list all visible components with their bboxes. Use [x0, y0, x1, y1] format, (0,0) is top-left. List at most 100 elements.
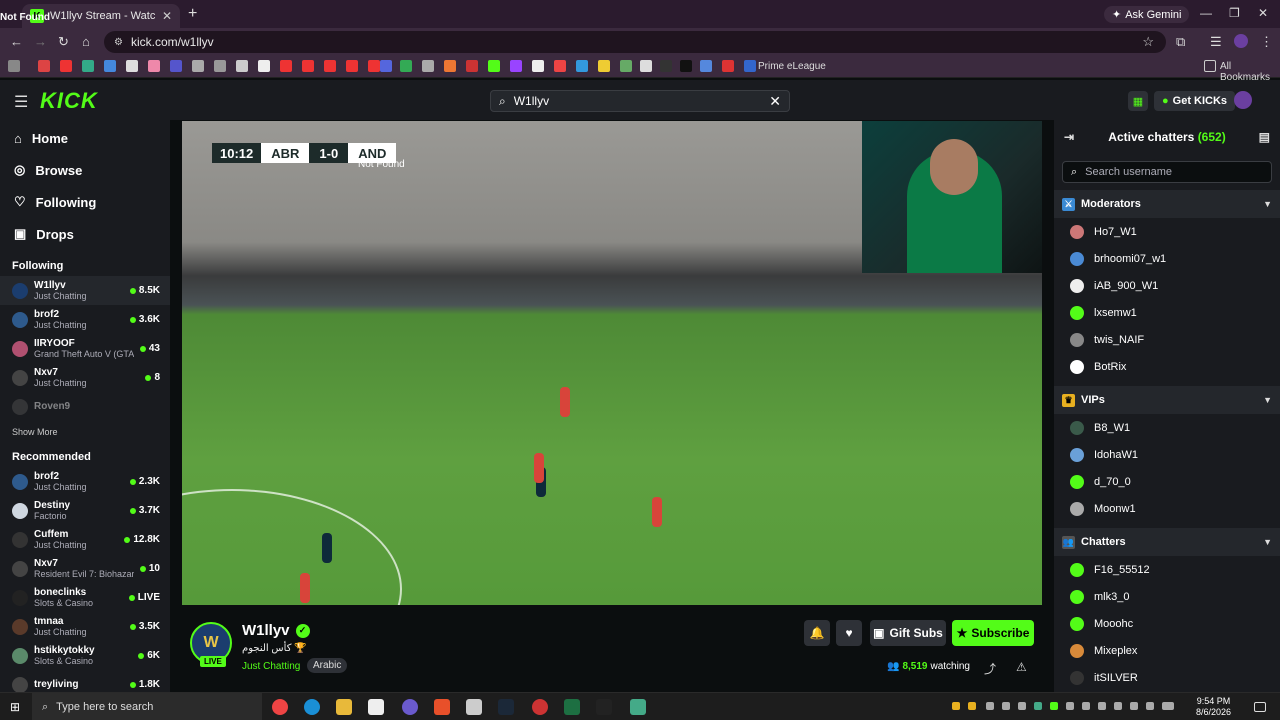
get-kicks-button[interactable]: ● Get KICKs — [1154, 91, 1236, 111]
bookmark-youtube-icon[interactable] — [280, 60, 292, 72]
nav-following[interactable]: ♡ Following — [0, 186, 170, 218]
prime-eleague-icon[interactable] — [744, 60, 756, 72]
bookmark-icon[interactable] — [192, 60, 204, 72]
user-avatar[interactable] — [1234, 91, 1252, 109]
channel-item[interactable]: boneclinks Slots & Casino LIVE — [0, 583, 170, 612]
chatter-item[interactable]: Mixeplex — [1054, 637, 1280, 664]
keyboard-icon[interactable] — [1162, 702, 1174, 710]
file-explorer-icon[interactable] — [336, 699, 352, 715]
extensions-icon[interactable]: ⧉ — [1176, 34, 1185, 50]
tray-icon[interactable] — [952, 702, 960, 710]
tray-icon[interactable] — [1066, 702, 1074, 710]
chatter-item[interactable]: F16_55512 — [1054, 556, 1280, 583]
chatter-item[interactable]: itSILVER — [1054, 664, 1280, 691]
chatter-item[interactable]: Ho7_W1 — [1054, 218, 1280, 245]
store-icon[interactable] — [368, 699, 384, 715]
chatters-list-icon[interactable]: ▤ — [1259, 130, 1270, 144]
app-icon[interactable] — [466, 699, 482, 715]
bookmark-icon[interactable] — [722, 60, 734, 72]
reload-icon[interactable]: ↻ — [58, 34, 69, 50]
bookmark-icon[interactable] — [576, 60, 588, 72]
chatter-item[interactable]: iAB_900_W1 — [1054, 272, 1280, 299]
bookmark-translate-icon[interactable] — [104, 60, 116, 72]
ask-gemini-button[interactable]: ✦ Ask Gemini — [1104, 6, 1190, 23]
bookmark-icon[interactable] — [380, 60, 392, 72]
bookmark-icon[interactable] — [660, 60, 672, 72]
forward-icon[interactable]: → — [34, 34, 47, 49]
channel-item[interactable]: hstikkytokky Slots & Casino 6K — [0, 641, 170, 670]
site-info-icon[interactable]: ⚙ — [114, 37, 123, 48]
tray-icon[interactable] — [968, 702, 976, 710]
notifications-icon[interactable] — [1254, 702, 1266, 712]
excel-icon[interactable] — [564, 699, 580, 715]
report-icon[interactable]: ⚠ — [1016, 660, 1027, 674]
chatter-item[interactable]: brhoomi07_w1 — [1054, 245, 1280, 272]
network-icon[interactable] — [1130, 702, 1138, 710]
brave-icon[interactable] — [434, 699, 450, 715]
back-icon[interactable]: ← — [10, 34, 23, 49]
channel-item[interactable]: Roven9 — [0, 392, 170, 421]
bookmark-sheets-icon[interactable] — [400, 60, 412, 72]
app-icon[interactable] — [532, 699, 548, 715]
chatter-item[interactable]: Moonw1 — [1054, 495, 1280, 522]
username-search-input[interactable]: ⌕ Search username — [1062, 161, 1272, 183]
edge-icon[interactable] — [304, 699, 320, 715]
search-input[interactable]: W1llyv — [514, 94, 762, 108]
bookmark-icon[interactable] — [554, 60, 566, 72]
channel-item[interactable]: treyliving 1.8K — [0, 670, 170, 692]
search-bar[interactable]: ⌕ W1llyv ✕ — [490, 90, 790, 112]
apps-icon[interactable] — [8, 60, 20, 72]
bookmark-youtube-icon[interactable] — [368, 60, 380, 72]
bookmark-icon[interactable] — [422, 60, 434, 72]
bookmark-icon[interactable] — [620, 60, 632, 72]
microphone-icon[interactable] — [986, 702, 994, 710]
clock[interactable]: 9:54 PM 8/6/2026 — [1196, 696, 1231, 718]
bookmark-kick-icon[interactable] — [488, 60, 500, 72]
taskbar-search[interactable]: ⌕ Type here to search — [32, 693, 262, 720]
minimize-icon[interactable]: — — [1200, 6, 1212, 20]
tray-icon[interactable] — [1082, 702, 1090, 710]
channel-item[interactable]: brof2 Just Chatting 2.3K — [0, 467, 170, 496]
tray-icon[interactable] — [1050, 702, 1058, 710]
bookmark-twitch-icon[interactable] — [510, 60, 522, 72]
bookmark-x-icon[interactable] — [680, 60, 692, 72]
bookmark-maps-icon[interactable] — [82, 60, 94, 72]
bookmark-youtube-icon[interactable] — [346, 60, 358, 72]
gift-subs-button[interactable]: ▣ Gift Subs — [870, 620, 946, 646]
app-icon[interactable] — [402, 699, 418, 715]
notification-bell-button[interactable]: 🔔 — [804, 620, 830, 646]
bookmark-youtube-icon[interactable] — [324, 60, 336, 72]
calendar-button[interactable]: ▦ — [1128, 91, 1148, 111]
bookmark-icon[interactable] — [444, 60, 456, 72]
new-tab-icon[interactable]: + — [188, 5, 197, 23]
share-icon[interactable]: ⤴ — [984, 660, 996, 677]
browser-menu-icon[interactable]: ⋮ — [1260, 34, 1273, 50]
nav-browse[interactable]: ◎ Browse — [0, 154, 170, 186]
channel-item[interactable]: Destiny Factorio 3.7K — [0, 496, 170, 525]
bookmark-prime-eleague[interactable]: Prime eLeague — [758, 61, 826, 72]
app-icon[interactable] — [630, 699, 646, 715]
close-tab-icon[interactable]: ✕ — [162, 9, 172, 23]
chatter-item[interactable]: BotRix — [1054, 353, 1280, 380]
chatter-item[interactable]: twis_NAIF — [1054, 326, 1280, 353]
kick-logo[interactable]: KICK — [40, 88, 98, 114]
chatter-item[interactable]: B8_W1 — [1054, 414, 1280, 441]
steam-icon[interactable] — [498, 699, 514, 715]
bookmark-gmail-icon[interactable] — [38, 60, 50, 72]
bookmark-icon[interactable] — [258, 60, 270, 72]
tray-icon[interactable] — [1002, 702, 1010, 710]
chrome-icon[interactable] — [272, 699, 288, 715]
chatters-group[interactable]: 👥 Chatters ▼ — [1054, 528, 1280, 556]
maximize-icon[interactable]: ❐ — [1229, 6, 1240, 20]
subscribe-button[interactable]: ★ Subscribe — [952, 620, 1034, 646]
tray-icon[interactable] — [1018, 702, 1026, 710]
bookmark-icon[interactable] — [598, 60, 610, 72]
channel-item[interactable]: Nxv7 Just Chatting 8 — [0, 363, 170, 392]
collapse-chat-icon[interactable]: ⇥ — [1064, 130, 1074, 144]
nav-drops[interactable]: ▣ Drops — [0, 218, 170, 250]
profile-avatar[interactable] — [1234, 34, 1248, 48]
tray-icon[interactable] — [1114, 702, 1122, 710]
bookmark-icon[interactable] — [214, 60, 226, 72]
bookmark-icon[interactable] — [148, 60, 160, 72]
bookmark-icon[interactable] — [466, 60, 478, 72]
